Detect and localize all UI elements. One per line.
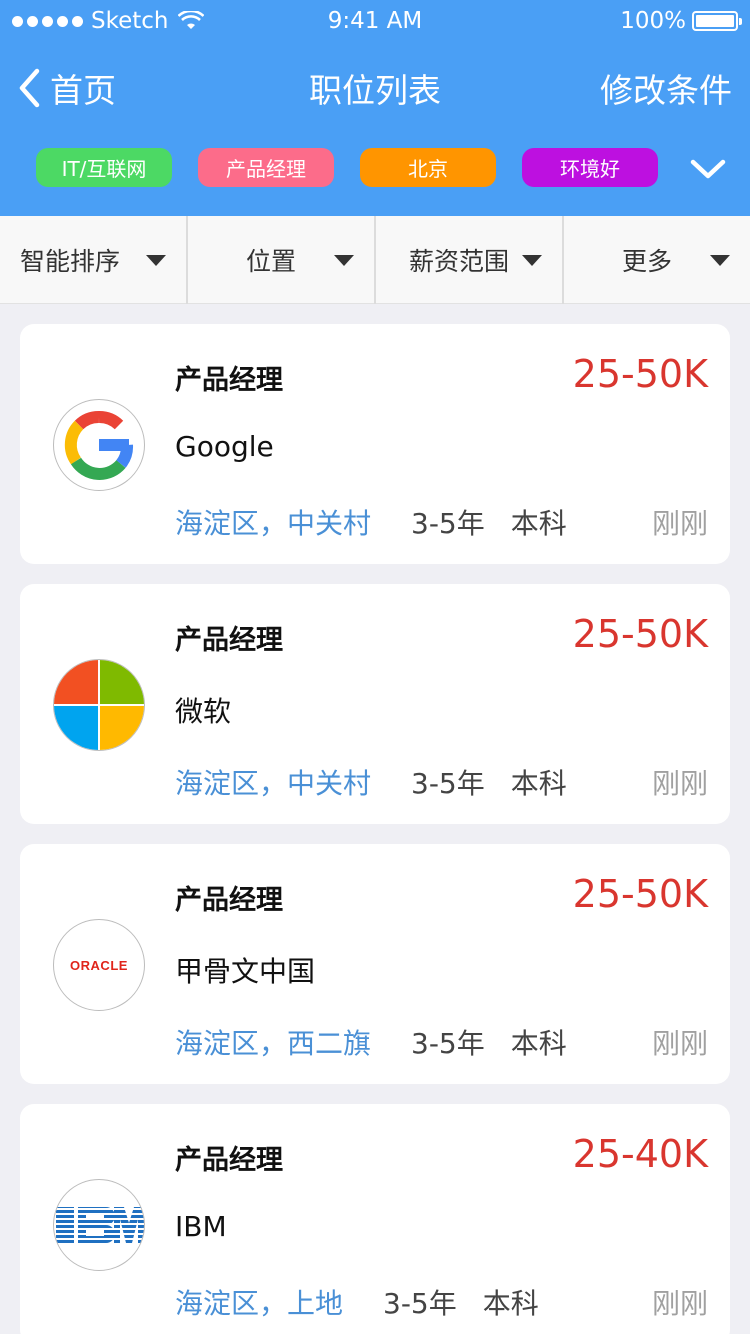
job-salary: 25-50K bbox=[572, 612, 708, 656]
dropdown-triangle-icon bbox=[710, 254, 730, 266]
status-bar: Sketch 9:41 AM 100% bbox=[0, 0, 750, 42]
back-label: 首页 bbox=[50, 71, 116, 110]
job-location: 海淀区，西二旗 bbox=[175, 1027, 372, 1060]
oracle-logo-text: ORACLE bbox=[70, 957, 128, 973]
filter-salary-label: 薪资范围 bbox=[408, 247, 509, 276]
battery: 100% bbox=[620, 8, 742, 34]
tag-environment[interactable]: 环境好 bbox=[522, 148, 658, 187]
header: Sketch 9:41 AM 100% 首页 职位列表 修改条件 IT/互联网 … bbox=[0, 0, 750, 216]
tag-beijing[interactable]: 北京 bbox=[360, 148, 496, 187]
dropdown-triangle-icon bbox=[146, 254, 166, 266]
edit-conditions-button[interactable]: 修改条件 bbox=[600, 64, 732, 112]
posted-time: 刚刚 bbox=[651, 507, 708, 540]
filter-sort[interactable]: 智能排序 bbox=[0, 216, 188, 304]
google-logo-icon bbox=[53, 399, 145, 491]
filter-sort-label: 智能排序 bbox=[20, 247, 121, 276]
company-name: 微软 bbox=[175, 695, 232, 728]
job-salary: 25-50K bbox=[572, 872, 708, 916]
dropdown-triangle-icon bbox=[522, 254, 542, 266]
filter-location-label: 位置 bbox=[245, 247, 296, 276]
filter-more-label: 更多 bbox=[621, 247, 672, 276]
job-card[interactable]: 产品经理 25-50K 微软 海淀区，中关村 3-5年 本科 刚刚 bbox=[20, 584, 730, 824]
microsoft-logo-icon bbox=[53, 659, 145, 751]
tag-product-manager[interactable]: 产品经理 bbox=[198, 148, 334, 187]
job-title: 产品经理 bbox=[175, 365, 283, 396]
company-name: 甲骨文中国 bbox=[175, 955, 316, 988]
posted-time: 刚刚 bbox=[651, 1027, 708, 1060]
job-location: 海淀区，上地 bbox=[175, 1287, 344, 1320]
job-salary: 25-50K bbox=[572, 352, 708, 396]
dropdown-triangle-icon bbox=[334, 254, 354, 266]
posted-time: 刚刚 bbox=[651, 1287, 708, 1320]
job-education: 本科 bbox=[510, 507, 567, 540]
job-meta: 海淀区，中关村 3-5年 本科 bbox=[175, 502, 567, 542]
filter-salary[interactable]: 薪资范围 bbox=[376, 216, 564, 304]
job-education: 本科 bbox=[510, 767, 567, 800]
job-experience: 3-5年 bbox=[411, 1027, 485, 1060]
job-location: 海淀区，中关村 bbox=[175, 767, 372, 800]
job-salary: 25-40K bbox=[572, 1132, 708, 1176]
posted-time: 刚刚 bbox=[651, 767, 708, 800]
expand-tags-button[interactable] bbox=[690, 158, 726, 184]
job-education: 本科 bbox=[510, 1027, 567, 1060]
battery-icon bbox=[692, 11, 742, 31]
back-button[interactable]: 首页 bbox=[18, 64, 116, 112]
company-name: IBM bbox=[175, 1210, 227, 1243]
filter-more[interactable]: 更多 bbox=[564, 216, 750, 304]
job-card[interactable]: 产品经理 25-40K IBM 海淀区，上地 3-5年 本科 刚刚 bbox=[20, 1104, 730, 1334]
job-experience: 3-5年 bbox=[383, 1287, 457, 1320]
job-card[interactable]: 产品经理 25-50K Google 海淀区，中关村 3-5年 本科 刚刚 bbox=[20, 324, 730, 564]
job-meta: 海淀区，中关村 3-5年 本科 bbox=[175, 762, 567, 802]
job-title: 产品经理 bbox=[175, 1145, 283, 1176]
ibm-logo-icon bbox=[53, 1179, 145, 1271]
job-experience: 3-5年 bbox=[411, 507, 485, 540]
company-name: Google bbox=[175, 430, 274, 463]
job-meta: 海淀区，上地 3-5年 本科 bbox=[175, 1282, 539, 1322]
oracle-logo-icon: ORACLE bbox=[53, 919, 145, 1011]
job-location: 海淀区，中关村 bbox=[175, 507, 372, 540]
job-meta: 海淀区，西二旗 3-5年 本科 bbox=[175, 1022, 567, 1062]
job-title: 产品经理 bbox=[175, 625, 283, 656]
job-education: 本科 bbox=[482, 1287, 539, 1320]
tag-it[interactable]: IT/互联网 bbox=[36, 148, 172, 187]
nav-bar: 首页 职位列表 修改条件 bbox=[0, 58, 750, 112]
chevron-left-icon bbox=[19, 68, 40, 108]
battery-percent: 100% bbox=[620, 8, 686, 34]
chevron-down-icon bbox=[690, 159, 726, 179]
job-card[interactable]: ORACLE 产品经理 25-50K 甲骨文中国 海淀区，西二旗 3-5年 本科… bbox=[20, 844, 730, 1084]
tag-list: IT/互联网 产品经理 北京 环境好 bbox=[36, 148, 658, 187]
filter-location[interactable]: 位置 bbox=[188, 216, 376, 304]
job-title: 产品经理 bbox=[175, 885, 283, 916]
job-experience: 3-5年 bbox=[411, 767, 485, 800]
filter-bar: 智能排序 位置 薪资范围 更多 bbox=[0, 216, 750, 304]
job-list: 产品经理 25-50K Google 海淀区，中关村 3-5年 本科 刚刚 产品… bbox=[20, 324, 730, 1334]
